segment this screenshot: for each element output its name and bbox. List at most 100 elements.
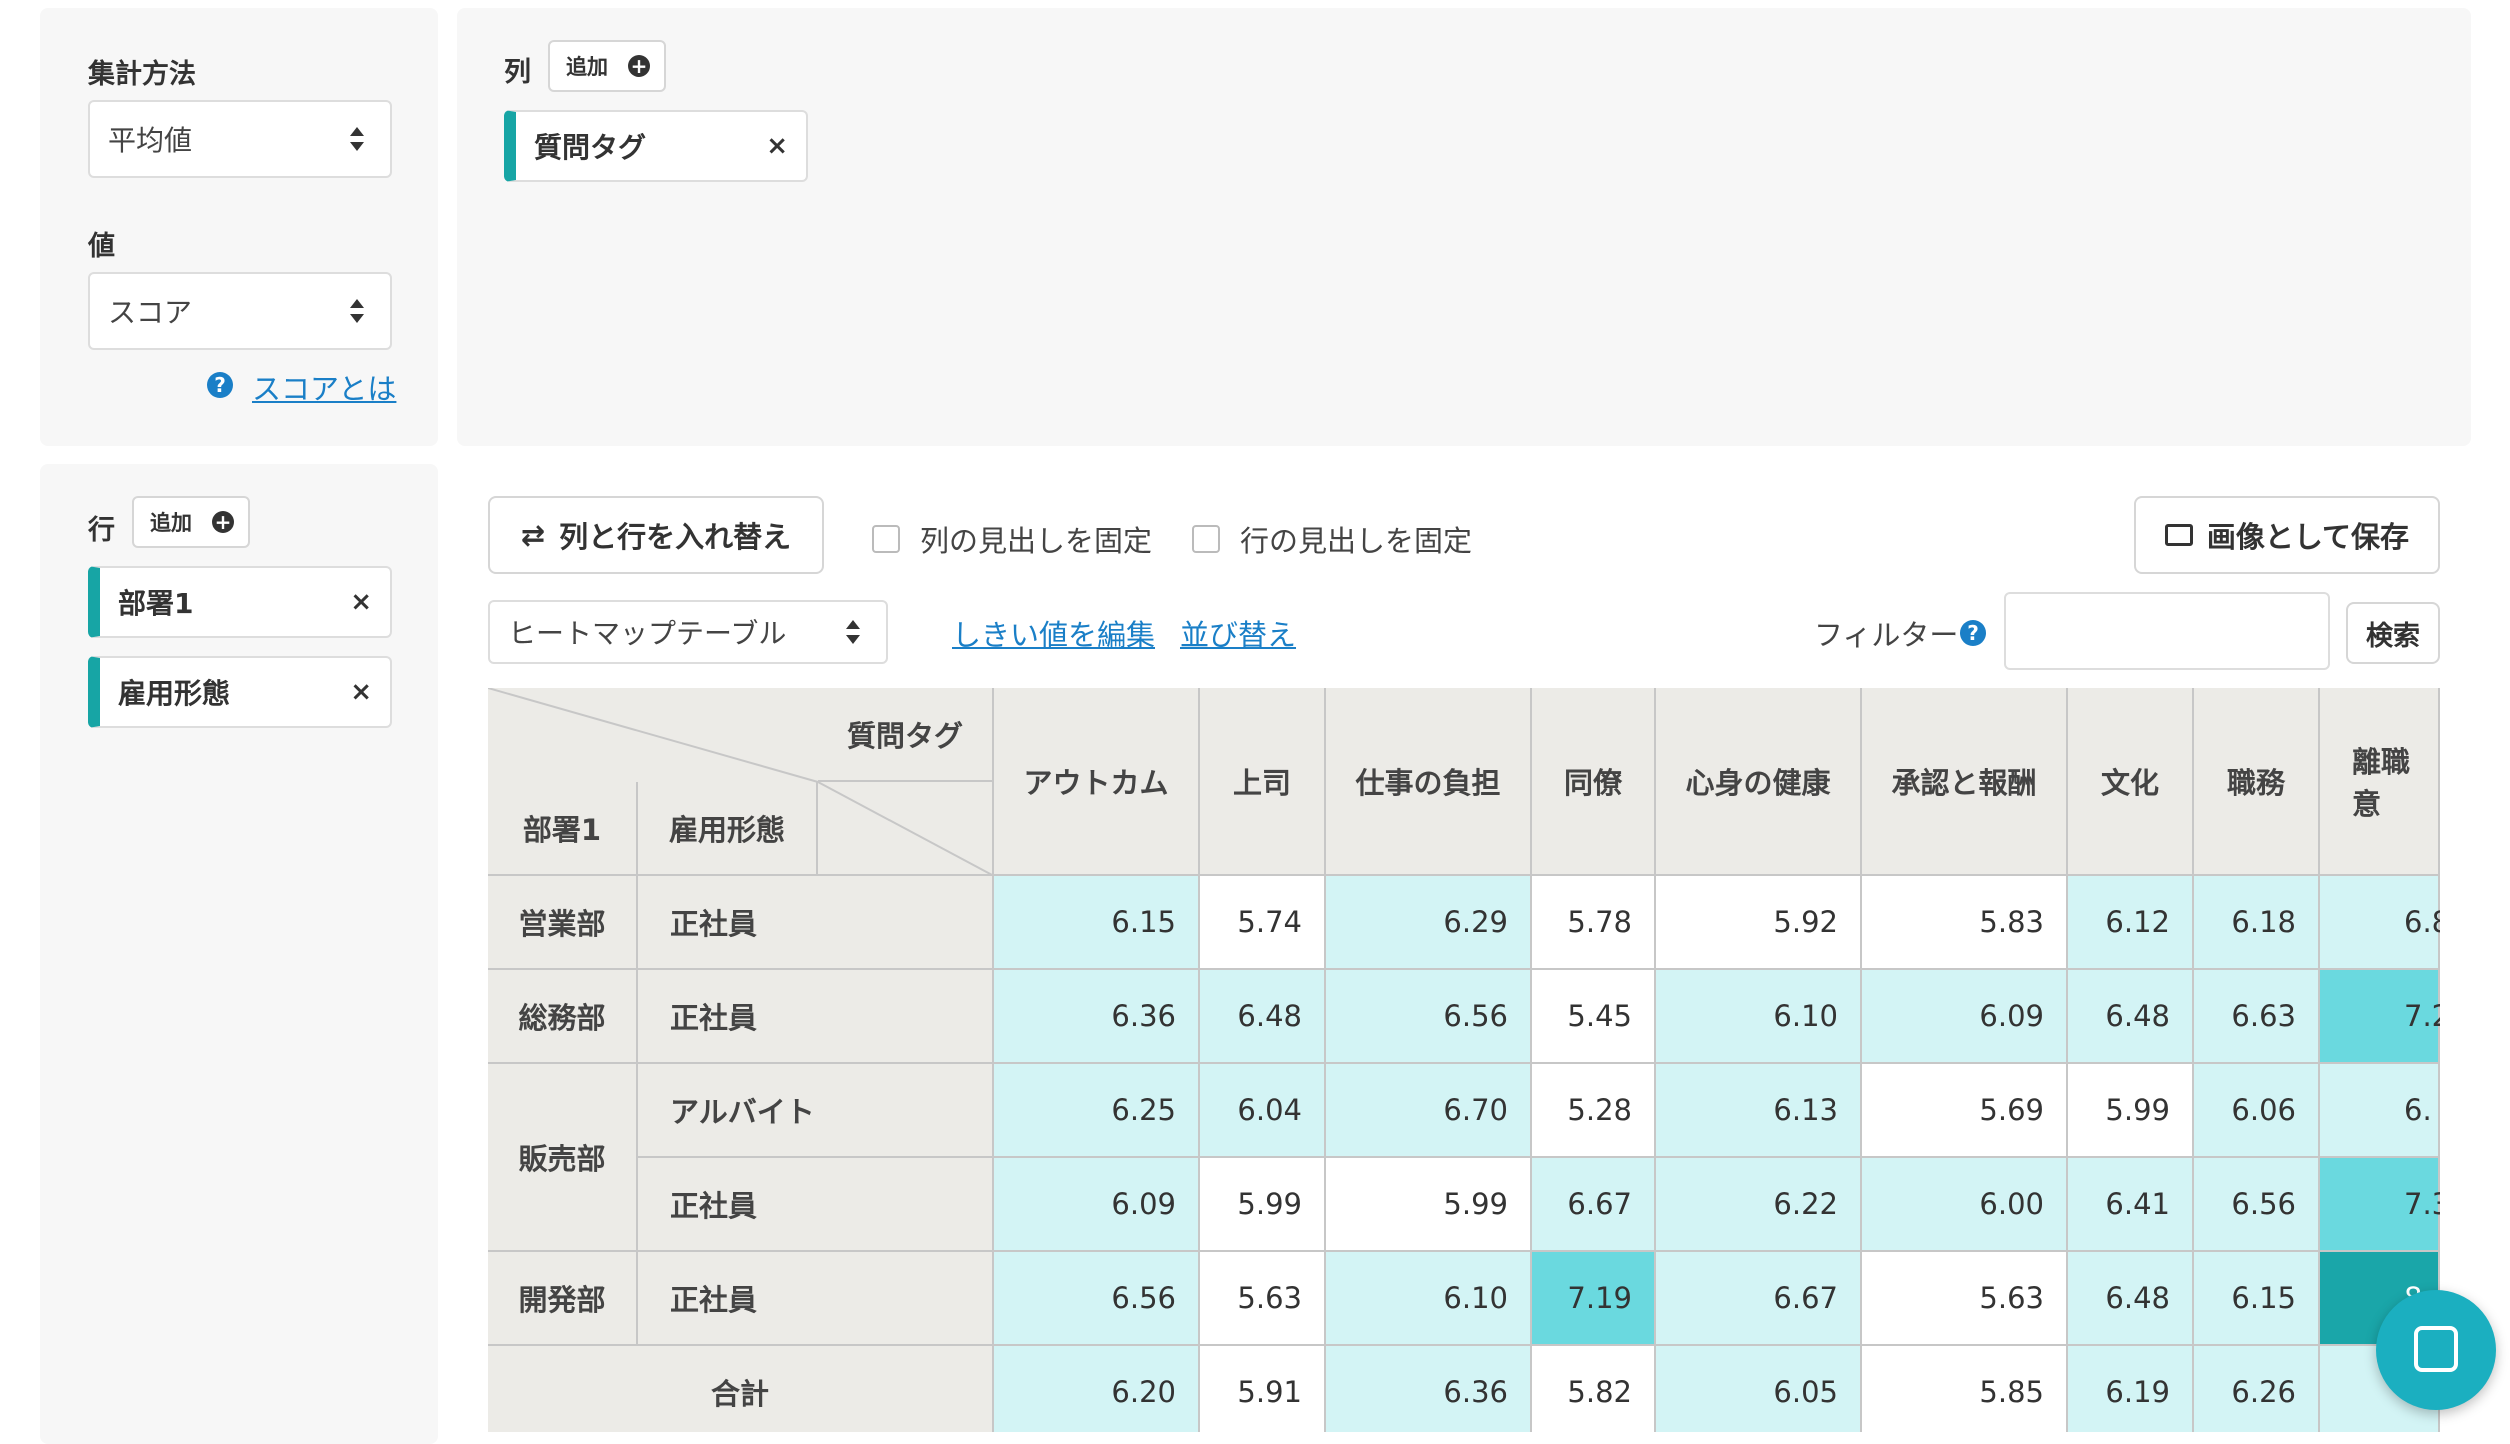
heatmap-cell[interactable]: 7.3 <box>2320 1158 2440 1252</box>
value-label: 値 <box>88 231 115 262</box>
column-header[interactable]: 心身の健康 <box>1656 688 1862 876</box>
heatmap-cell[interactable]: 5.99 <box>1200 1158 1326 1252</box>
edit-threshold-link[interactable]: しきい値を編集 <box>952 612 1155 654</box>
swap-rows-columns-button[interactable]: ⇄ 列と行を入れ替え <box>488 496 824 574</box>
heatmap-cell[interactable]: 6.70 <box>1326 1064 1532 1158</box>
help-icon[interactable]: ? <box>207 372 233 398</box>
total-cell: 5.91 <box>1200 1346 1326 1432</box>
column-header[interactable]: 離職意 <box>2320 688 2440 876</box>
heatmap-cell[interactable]: 6.56 <box>994 1252 1200 1346</box>
add-row-button[interactable]: 追加 + <box>132 496 250 548</box>
aggregation-label: 集計方法 <box>88 59 196 90</box>
heatmap-cell[interactable]: 5.28 <box>1532 1064 1656 1158</box>
total-cell: 6.26 <box>2194 1346 2320 1432</box>
heatmap-cell[interactable]: 6.56 <box>2194 1158 2320 1252</box>
heatmap-cell[interactable]: 6.22 <box>1656 1158 1862 1252</box>
total-cell: 6.19 <box>2068 1346 2194 1432</box>
heatmap-cell[interactable]: 6.10 <box>1326 1252 1532 1346</box>
row-type-label: 正社員 <box>638 876 994 970</box>
close-icon[interactable]: × <box>766 131 788 161</box>
column-chip-question-tag[interactable]: 質問タグ × <box>504 110 808 182</box>
column-header[interactable]: 上司 <box>1200 688 1326 876</box>
heatmap-cell[interactable]: 6.15 <box>994 876 1200 970</box>
checkbox-box[interactable] <box>872 525 900 553</box>
rows-label: 行 <box>88 515 115 546</box>
heatmap-cell[interactable]: 6.06 <box>2194 1064 2320 1158</box>
save-image-label: 画像として保存 <box>2206 520 2410 554</box>
total-cell: 6.05 <box>1656 1346 1862 1432</box>
sort-link[interactable]: 並び替え <box>1180 612 1296 654</box>
heatmap-cell[interactable]: 6.09 <box>994 1158 1200 1252</box>
heatmap-table: 質問タグ 部署1 雇用形態 アウトカム 上司 仕事の負担 同僚 心身の健康 承認と報酬 文化 職務… <box>488 688 2440 1432</box>
heatmap-cell[interactable]: 6.09 <box>1862 970 2068 1064</box>
heatmap-cell[interactable]: 6.63 <box>2194 970 2320 1064</box>
heatmap-cell[interactable]: 6.29 <box>1326 876 1532 970</box>
heatmap-cell[interactable]: 5.45 <box>1532 970 1656 1064</box>
close-icon[interactable]: × <box>350 677 372 707</box>
row-chip-employment-type[interactable]: 雇用形態 × <box>88 656 392 728</box>
column-header[interactable]: アウトカム <box>994 688 1200 876</box>
add-row-label: 追加 <box>150 511 192 535</box>
filter-input[interactable] <box>2004 592 2330 670</box>
heatmap-cell[interactable]: 6.00 <box>1862 1158 2068 1252</box>
row-type-label: アルバイト <box>638 1064 994 1158</box>
help-icon[interactable]: ? <box>1960 620 1986 646</box>
heatmap-cell[interactable]: 5.63 <box>1862 1252 2068 1346</box>
heatmap-cell[interactable]: 6.18 <box>2194 876 2320 970</box>
heatmap-cell[interactable]: 6.48 <box>2068 970 2194 1064</box>
heatmap-cell[interactable]: 6.36 <box>994 970 1200 1064</box>
heatmap-cell[interactable]: 5.83 <box>1862 876 2068 970</box>
value-select-value: スコア <box>108 296 193 329</box>
chip-label: 部署1 <box>118 587 194 620</box>
heatmap-cell[interactable]: 6.12 <box>2068 876 2194 970</box>
search-button[interactable]: 検索 <box>2346 602 2440 664</box>
heatmap-cell[interactable]: 6.56 <box>1326 970 1532 1064</box>
column-header[interactable]: 職務 <box>2194 688 2320 876</box>
heatmap-cell[interactable]: 6.48 <box>2068 1252 2194 1346</box>
column-header[interactable]: 文化 <box>2068 688 2194 876</box>
aggregation-select[interactable]: 平均値 <box>88 100 392 178</box>
heatmap-cell[interactable]: 6.15 <box>2194 1252 2320 1346</box>
select-arrows-icon <box>350 299 364 323</box>
heatmap-cell[interactable]: 6.48 <box>1200 970 1326 1064</box>
save-image-button[interactable]: 画像として保存 <box>2134 496 2440 574</box>
fix-row-header-checkbox[interactable]: 行の見出しを固定 <box>1192 518 1472 560</box>
score-help-link[interactable]: スコアとは <box>252 366 396 408</box>
column-header[interactable]: 同僚 <box>1532 688 1656 876</box>
heatmap-cell[interactable]: 6.04 <box>1200 1064 1326 1158</box>
view-mode-value: ヒートマップテーブル <box>508 617 787 650</box>
checkbox-box[interactable] <box>1192 525 1220 553</box>
heatmap-cell[interactable]: 5.78 <box>1532 876 1656 970</box>
heatmap-cell[interactable]: 5.99 <box>2068 1064 2194 1158</box>
heatmap-cell[interactable]: 5.74 <box>1200 876 1326 970</box>
heatmap-cell[interactable]: 6.13 <box>1656 1064 1862 1158</box>
heatmap-cell[interactable]: 5.63 <box>1200 1252 1326 1346</box>
select-arrows-icon <box>846 620 860 644</box>
heatmap-cell[interactable]: 5.69 <box>1862 1064 2068 1158</box>
heatmap-cell[interactable]: 6.67 <box>1656 1252 1862 1346</box>
heatmap-cell[interactable]: 6. <box>2320 1064 2440 1158</box>
chat-icon <box>2414 1326 2458 1372</box>
heatmap-cell[interactable]: 6.41 <box>2068 1158 2194 1252</box>
fix-column-header-checkbox[interactable]: 列の見出しを固定 <box>872 518 1152 560</box>
column-header[interactable]: 仕事の負担 <box>1326 688 1532 876</box>
row-chip-department[interactable]: 部署1 × <box>88 566 392 638</box>
heatmap-cell[interactable]: 6.10 <box>1656 970 1862 1064</box>
heatmap-cell[interactable]: 6.8 <box>2320 876 2440 970</box>
chat-launcher-button[interactable] <box>2376 1290 2496 1410</box>
view-mode-select[interactable]: ヒートマップテーブル <box>488 600 888 664</box>
close-icon[interactable]: × <box>350 587 372 617</box>
value-select[interactable]: スコア <box>88 272 392 350</box>
heatmap-cell[interactable]: 6.67 <box>1532 1158 1656 1252</box>
heatmap-cell[interactable]: 5.99 <box>1326 1158 1532 1252</box>
add-column-button[interactable]: 追加 + <box>548 40 666 92</box>
heatmap-cell[interactable]: 5.92 <box>1656 876 1862 970</box>
swap-icon: ⇄ <box>520 518 546 552</box>
select-arrows-icon <box>350 127 364 151</box>
column-header[interactable]: 承認と報酬 <box>1862 688 2068 876</box>
heatmap-cell[interactable]: 6.25 <box>994 1064 1200 1158</box>
plus-circle-icon: + <box>628 55 650 77</box>
heatmap-cell[interactable]: 7.19 <box>1532 1252 1656 1346</box>
heatmap-cell[interactable]: 7.2 <box>2320 970 2440 1064</box>
total-cell: 5.82 <box>1532 1346 1656 1432</box>
